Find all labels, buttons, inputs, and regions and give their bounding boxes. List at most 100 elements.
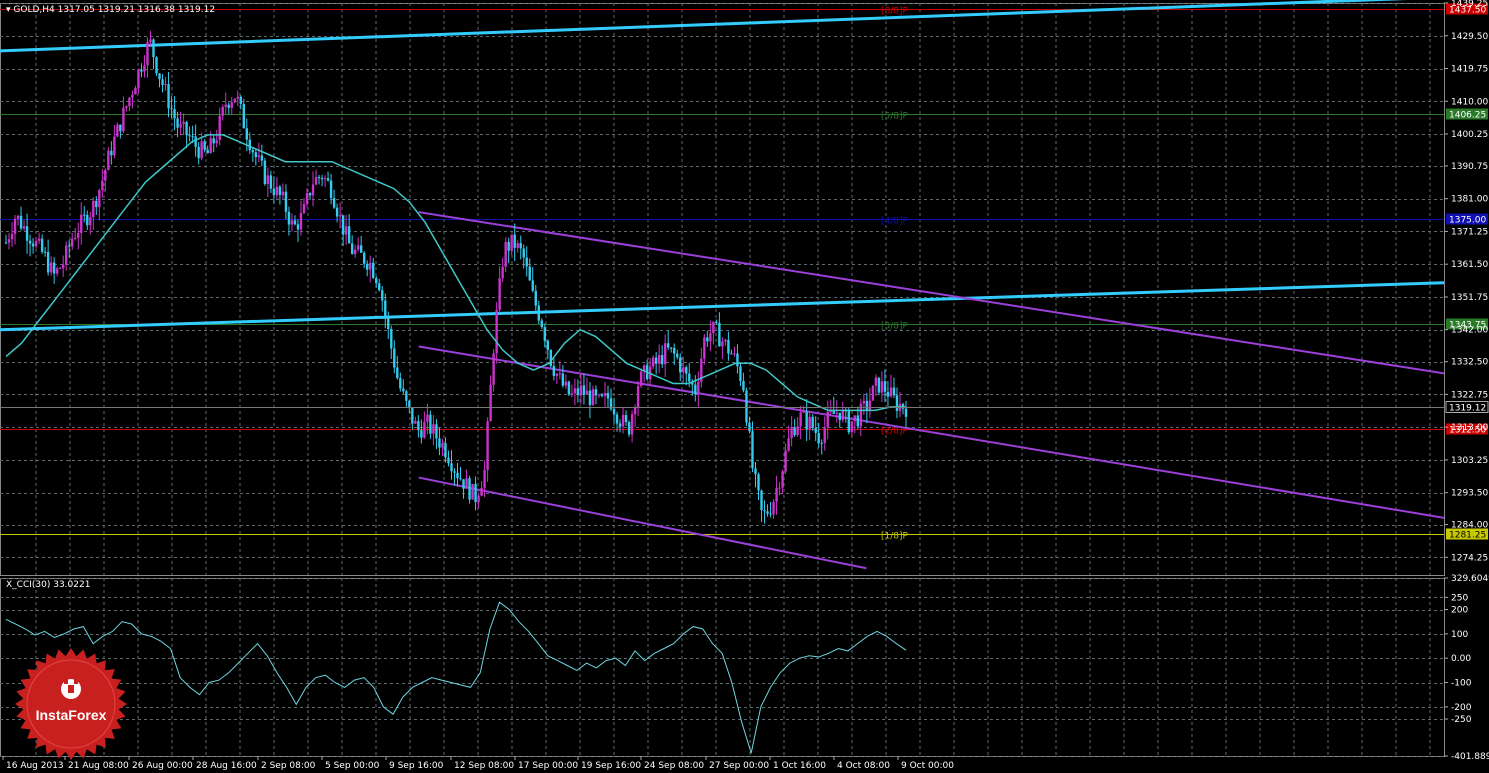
candle-body xyxy=(754,468,757,475)
symbol-header: ▾ GOLD,H4 1317.05 1319.21 1316.38 1319.1… xyxy=(6,5,215,15)
candle-body xyxy=(19,215,23,229)
time-axis-label: 21 Aug 08:00 xyxy=(68,761,129,771)
price-axis-label: 1390.75 xyxy=(1451,162,1488,172)
candle-body xyxy=(600,394,604,396)
time-axis-label: 9 Sep 16:00 xyxy=(389,761,444,771)
dropdown-arrow-icon[interactable]: ▾ xyxy=(6,5,11,15)
candle-body xyxy=(101,180,104,190)
candle-body xyxy=(405,391,408,401)
price-axis-label: 1274.25 xyxy=(1451,553,1488,563)
candle-body xyxy=(618,423,622,427)
candle-body xyxy=(471,484,474,500)
price-axis-label: 1303.25 xyxy=(1451,456,1488,466)
candle-body xyxy=(796,426,799,436)
price-axis-label: 1371.25 xyxy=(1451,227,1488,237)
candle-body xyxy=(158,73,161,80)
candle-body xyxy=(775,487,778,502)
candle-body xyxy=(359,245,363,253)
candle-body xyxy=(332,198,336,208)
price-axis-label: 1361.50 xyxy=(1451,260,1488,270)
candle-body xyxy=(534,290,537,306)
price-tag-label: 1375.00 xyxy=(1449,216,1486,226)
candle-body xyxy=(627,422,631,435)
candle-body xyxy=(396,367,399,379)
candle-body xyxy=(423,421,426,438)
candle-body xyxy=(663,343,667,365)
candle-body xyxy=(736,353,739,367)
candle-body xyxy=(579,385,583,395)
candle-body xyxy=(113,136,116,156)
price-axis-label: 1381.00 xyxy=(1451,195,1488,205)
candle-body xyxy=(248,139,252,151)
candle-body xyxy=(868,400,872,410)
candle-body xyxy=(251,150,255,153)
candle-body xyxy=(808,416,811,430)
candle-body xyxy=(104,169,107,181)
candle-body xyxy=(591,389,595,406)
candle-body xyxy=(233,98,236,103)
candle-body xyxy=(549,349,553,366)
cci-axis-label: -250 xyxy=(1451,715,1472,725)
candle-body xyxy=(254,152,258,158)
candle-body xyxy=(450,463,453,472)
candle-body xyxy=(116,124,119,137)
price-tag-label: 1281.25 xyxy=(1449,531,1486,541)
candle-body xyxy=(745,390,748,423)
candle-body xyxy=(420,430,423,438)
candle-body xyxy=(164,84,167,86)
candle-body xyxy=(718,322,721,347)
candle-body xyxy=(441,443,444,448)
candle-body xyxy=(58,268,62,270)
channel-line xyxy=(418,211,1445,375)
candle-body xyxy=(525,257,528,267)
candle-body xyxy=(495,309,498,354)
candle-body xyxy=(558,373,562,375)
candle-body xyxy=(799,412,802,427)
symbol-info: GOLD,H4 1317.05 1319.21 1316.38 1319.12 xyxy=(13,5,216,15)
chart-window: [8/8]P 1437.50 [5/8]P 1406.25 [4/8]P 1375.00[… xyxy=(0,0,1489,773)
time-axis-label: 24 Sep 08:00 xyxy=(644,761,704,771)
candle-body xyxy=(760,490,763,511)
candle-body xyxy=(688,373,691,382)
time-axis-label: 4 Oct 08:00 xyxy=(837,761,890,771)
time-axis-label: 2 Sep 08:00 xyxy=(261,761,316,771)
candle-body xyxy=(200,141,203,159)
candle-body xyxy=(263,160,267,185)
murrey-label: [8/8]P xyxy=(881,7,909,17)
candle-body xyxy=(218,115,221,141)
candle-body xyxy=(462,479,465,489)
candle-body xyxy=(381,290,384,301)
price-axis-label: 1410.00 xyxy=(1451,97,1488,107)
candle-body xyxy=(667,343,670,348)
candle-body xyxy=(778,487,781,489)
candle-body xyxy=(624,415,628,423)
candle-body xyxy=(155,57,158,74)
price-axis-label: 1322.75 xyxy=(1451,390,1488,400)
cci-axis-label: -401.8892 xyxy=(1451,752,1489,762)
candle-body xyxy=(197,146,200,159)
candle-body xyxy=(284,191,288,212)
candle-body xyxy=(119,124,122,132)
candle-body xyxy=(739,366,742,382)
candle-body xyxy=(763,510,766,512)
cci-axis-label: -200 xyxy=(1451,703,1472,713)
candle-body xyxy=(489,384,492,422)
candle-body xyxy=(820,442,823,444)
candle-body xyxy=(393,348,396,368)
candle-body xyxy=(621,415,625,427)
candle-body xyxy=(522,248,525,258)
candle-body xyxy=(372,262,375,278)
chart-canvas[interactable]: [8/8]P 1437.50[5/8]P 1406.25[4/8]P 1375.00[… xyxy=(0,0,1489,773)
candle-body xyxy=(787,438,790,451)
candle-body xyxy=(173,109,176,119)
cci-axis-label: 200 xyxy=(1451,606,1468,616)
candle-body xyxy=(850,421,854,433)
price-axis-label: 1351.75 xyxy=(1451,293,1488,303)
candle-body xyxy=(673,347,676,354)
cci-frame xyxy=(0,578,1445,757)
candle-body xyxy=(886,391,890,397)
candle-body xyxy=(871,385,875,401)
logo-label: InstaForex xyxy=(35,707,107,723)
candle-body xyxy=(302,204,306,213)
candle-body xyxy=(290,220,294,225)
